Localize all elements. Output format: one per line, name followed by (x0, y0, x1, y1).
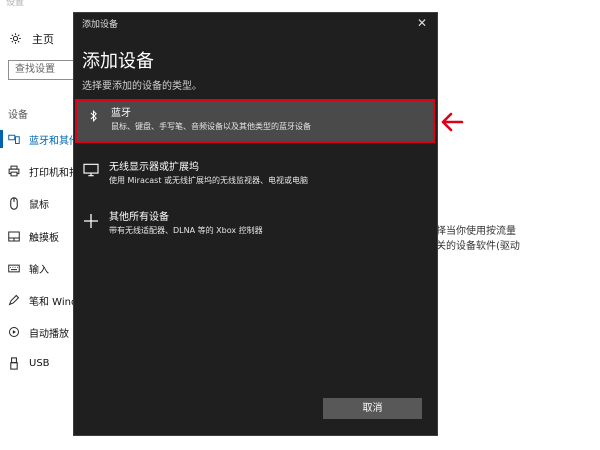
nav-item-label: 打印机和扫 (29, 167, 79, 179)
option-description: 鼠标、键盘、手写笔、音频设备以及其他类型的蓝牙设备 (111, 122, 311, 131)
autoplay-icon (8, 325, 20, 339)
keyboard-icon (8, 261, 20, 275)
option-everything-else[interactable]: 其他所有设备 带有无线适配器、DLNA 等的 Xbox 控制器 (75, 205, 435, 249)
section-label: 设备 (8, 110, 28, 121)
nav-item-usb[interactable]: USB (8, 354, 50, 372)
nav-item-label: 鼠标 (29, 199, 49, 211)
option-wireless-display[interactable]: 无线显示器或扩展坞 使用 Miracast 或无线扩展坞的无线监视器、电视或电脑 (75, 155, 435, 199)
option-bluetooth[interactable]: 蓝牙 鼠标、键盘、手写笔、音频设备以及其他类型的蓝牙设备 (75, 99, 435, 143)
nav-item-printers[interactable]: 打印机和扫 (8, 162, 79, 180)
plus-icon (81, 213, 101, 229)
gear-icon (8, 32, 22, 46)
dialog-heading: 添加设备 (82, 51, 154, 72)
nav-item-pen[interactable]: 笔和 Wind (8, 291, 77, 309)
description-line-1: 择当你使用按流量 (436, 226, 516, 237)
dialog-subtitle: 选择要添加的设备的类型。 (82, 81, 202, 92)
description-line-2: 关的设备软件(驱动 (436, 241, 520, 252)
pen-icon (8, 293, 20, 307)
nav-item-label: 自动播放 (29, 328, 69, 340)
monitor-icon (81, 163, 101, 177)
nav-item-mouse[interactable]: 鼠标 (8, 194, 49, 212)
close-icon[interactable]: ✕ (417, 16, 427, 30)
option-title: 蓝牙 (111, 108, 131, 119)
nav-item-label: 蓝牙和其他 (29, 135, 79, 147)
nav-item-autoplay[interactable]: 自动播放 (8, 323, 69, 341)
usb-icon (8, 356, 20, 370)
nav-item-bluetooth[interactable]: 蓝牙和其他 (8, 130, 79, 148)
home-link[interactable]: 主页 (8, 31, 54, 47)
option-title: 无线显示器或扩展坞 (109, 162, 199, 173)
add-device-dialog: 添加设备 ✕ 添加设备 选择要添加的设备的类型。 蓝牙 鼠标、键盘、手写笔、音频… (73, 12, 438, 436)
nav-item-label: 笔和 Wind (29, 296, 78, 308)
cancel-button[interactable]: 取消 (323, 398, 422, 419)
dialog-window-title: 添加设备 (82, 20, 119, 30)
nav-item-label: USB (29, 357, 50, 369)
nav-selection-indicator (0, 130, 3, 148)
mouse-icon (8, 196, 20, 210)
bluetooth-icon (83, 109, 103, 123)
nav-item-label: 触摸板 (29, 232, 59, 244)
option-description: 使用 Miracast 或无线扩展坞的无线监视器、电视或电脑 (109, 176, 309, 185)
option-title: 其他所有设备 (109, 212, 169, 223)
bluetooth-device-icon (8, 132, 20, 146)
red-arrow-annotation (441, 112, 464, 132)
printer-icon (8, 164, 20, 178)
nav-item-touchpad[interactable]: 触摸板 (8, 227, 59, 245)
settings-title: 设置 (6, 0, 25, 8)
nav-item-label: 输入 (29, 264, 49, 276)
touchpad-icon (8, 229, 20, 243)
dialog-titlebar: 添加设备 ✕ (74, 13, 437, 35)
home-label: 主页 (32, 33, 54, 46)
option-description: 带有无线适配器、DLNA 等的 Xbox 控制器 (109, 226, 263, 235)
settings-search-input[interactable]: 查找设置 (8, 60, 74, 80)
nav-item-typing[interactable]: 输入 (8, 259, 49, 277)
